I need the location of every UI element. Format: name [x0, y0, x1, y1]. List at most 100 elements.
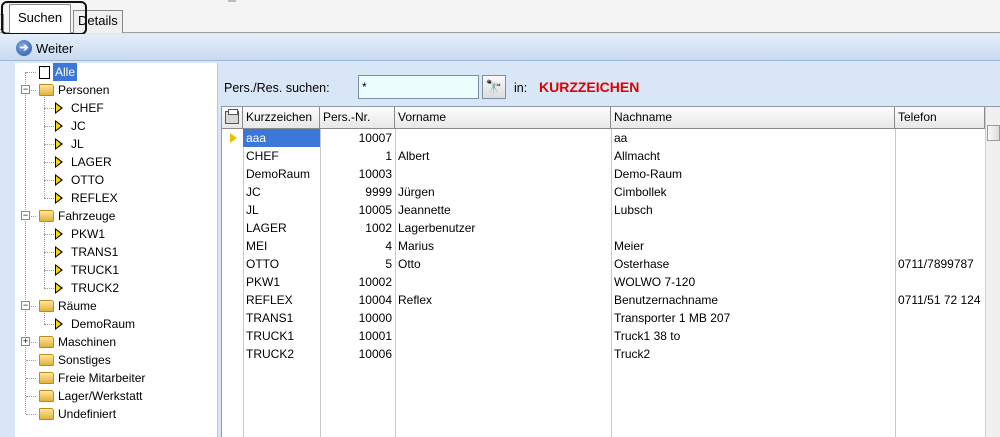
- cell-kurzzeichen: CHEF: [246, 149, 279, 163]
- table-row[interactable]: TRANS1 10000 Transporter 1 MB 207: [222, 309, 984, 327]
- column-header-nachname[interactable]: Nachname: [611, 107, 895, 129]
- tree-leaf-item[interactable]: JC: [55, 117, 86, 135]
- column-header-vorname[interactable]: Vorname: [395, 107, 611, 129]
- arrow-right-icon: ➔: [16, 40, 32, 56]
- tree-item-label: Alle: [53, 63, 78, 81]
- tree-folder-item[interactable]: Sonstiges: [39, 351, 111, 369]
- tree-leaf-item[interactable]: CHEF: [55, 99, 104, 117]
- cell-telefon: [895, 273, 985, 291]
- cell-nachname: Meier: [614, 239, 645, 253]
- tree-folder-item[interactable]: Undefiniert: [39, 405, 116, 423]
- cell-pers-nr: 10000: [358, 311, 392, 325]
- tab-strip: Suchen Details: [0, 0, 1000, 35]
- tree-leaf-item[interactable]: LAGER: [55, 153, 112, 171]
- cell-nachname: Truck1 38 to: [614, 329, 681, 343]
- grid-corner[interactable]: [222, 107, 243, 129]
- table-row[interactable]: DemoRaum 10003 Demo-Raum: [222, 165, 984, 183]
- table-row[interactable]: OTTO 5 Otto Osterhase 0711/7899787: [222, 255, 984, 273]
- cell-pers-nr: 10001: [358, 329, 392, 343]
- folder-icon: [39, 300, 54, 312]
- cell-telefon: [895, 309, 985, 327]
- column-header-kurzzeichen[interactable]: Kurzzeichen: [243, 107, 320, 129]
- tree-folder-item[interactable]: Fahrzeuge: [39, 207, 115, 225]
- resource-triangle-icon: [55, 156, 63, 168]
- search-field-label[interactable]: KURZZEICHEN: [539, 79, 639, 95]
- tree-folder-item[interactable]: Räume: [39, 297, 97, 315]
- tab-suchen[interactable]: Suchen: [9, 4, 72, 33]
- collapse-icon[interactable]: −: [21, 85, 30, 94]
- tab-details[interactable]: Details: [73, 10, 123, 33]
- cell-telefon: [895, 327, 985, 345]
- cell-kurzzeichen: LAGER: [246, 221, 287, 235]
- scrollbar-thumb[interactable]: [987, 125, 1000, 141]
- cell-nachname: Allmacht: [614, 149, 661, 163]
- cell-pers-nr: 10007: [358, 131, 392, 145]
- tree-folder-item[interactable]: Personen: [39, 81, 109, 99]
- table-row[interactable]: aaa 10007 aa: [222, 129, 984, 147]
- tree-leaf-item[interactable]: OTTO: [55, 171, 104, 189]
- cell-vorname: Otto: [398, 257, 421, 271]
- results-grid: Kurzzeichen Pers.-Nr. Vorname Nachname T…: [221, 106, 1000, 437]
- resource-triangle-icon: [55, 282, 63, 294]
- cell-pers-nr: 10005: [358, 203, 392, 217]
- table-row[interactable]: REFLEX 10004 Reflex Benutzernachname 0711/51…: [222, 291, 984, 309]
- tree-leaf-item[interactable]: PKW1: [55, 225, 105, 243]
- table-row[interactable]: JC 9999 Jürgen Cimbollek: [222, 183, 984, 201]
- tree-connector: [26, 396, 36, 397]
- folder-icon: [39, 408, 54, 420]
- cell-kurzzeichen: DemoRaum: [246, 167, 311, 181]
- search-input[interactable]: [358, 75, 479, 99]
- tree-leaf-item[interactable]: DemoRaum: [55, 315, 135, 333]
- tree-folder-item[interactable]: Freie Mitarbeiter: [39, 369, 145, 387]
- tree-item-alle[interactable]: " Alle: [39, 63, 78, 81]
- table-row[interactable]: LAGER 1002 Lagerbenutzer: [222, 219, 984, 237]
- tree-item-label: OTTO: [71, 173, 105, 187]
- weiter-button[interactable]: ➔ Weiter: [16, 39, 73, 57]
- tree-connector: [44, 223, 45, 288]
- cell-kurzzeichen: JL: [246, 203, 259, 217]
- tree-leaf-item[interactable]: TRUCK2: [55, 279, 119, 297]
- tree-leaf-item[interactable]: TRUCK1: [55, 261, 119, 279]
- all-items-icon: ": [39, 65, 50, 79]
- weiter-label: Weiter: [36, 40, 74, 56]
- column-header-telefon[interactable]: Telefon: [895, 107, 985, 129]
- table-row[interactable]: TRUCK2 10006 Truck2: [222, 345, 984, 363]
- cell-telefon: [895, 237, 985, 255]
- cell-kurzzeichen: TRUCK2: [246, 347, 295, 361]
- cell-telefon: [895, 147, 985, 165]
- cell-nachname: Osterhase: [614, 257, 670, 271]
- tree-leaf-item[interactable]: JL: [55, 135, 84, 153]
- tree-connector: [44, 97, 45, 198]
- table-row[interactable]: TRUCK1 10001 Truck1 38 to: [222, 327, 984, 345]
- tree-folder-item[interactable]: Lager/Werkstatt: [39, 387, 142, 405]
- cell-nachname: [611, 219, 895, 237]
- resource-triangle-icon: [55, 318, 63, 330]
- tree-item-label: JC: [71, 119, 86, 133]
- folder-icon: [39, 354, 54, 366]
- vertical-scrollbar[interactable]: [985, 107, 1000, 437]
- category-tree: " Alle − Personen CHEF JC JL LAGER OTTO REFLEX − Fa…: [15, 63, 218, 437]
- cell-nachname: Lubsch: [614, 203, 653, 217]
- cell-kurzzeichen: MEI: [246, 239, 268, 253]
- resource-triangle-icon: [55, 174, 63, 186]
- cell-nachname: Transporter 1 MB 207: [614, 311, 731, 325]
- tree-connector: [26, 72, 36, 73]
- collapse-icon[interactable]: −: [21, 211, 30, 220]
- table-row[interactable]: MEI 4 Marius Meier: [222, 237, 984, 255]
- expand-icon[interactable]: +: [21, 337, 30, 346]
- tree-item-label: Maschinen: [58, 335, 117, 349]
- resource-triangle-icon: [55, 192, 63, 204]
- cell-pers-nr: 9999: [365, 185, 392, 199]
- cell-vorname: Reflex: [398, 293, 433, 307]
- tree-leaf-item[interactable]: TRANS1: [55, 243, 118, 261]
- search-button[interactable]: 🔭: [482, 75, 506, 99]
- tree-leaf-item[interactable]: REFLEX: [55, 189, 118, 207]
- column-header-pers-nr[interactable]: Pers.-Nr.: [320, 107, 395, 129]
- collapse-icon[interactable]: −: [21, 301, 30, 310]
- cell-vorname: Marius: [398, 239, 435, 253]
- table-row[interactable]: CHEF 1 Albert Allmacht: [222, 147, 984, 165]
- table-row[interactable]: PKW1 10002 WOLWO 7-120: [222, 273, 984, 291]
- table-row[interactable]: JL 10005 Jeannette Lubsch: [222, 201, 984, 219]
- tree-folder-item[interactable]: Maschinen: [39, 333, 116, 351]
- tree-item-label: PKW1: [71, 227, 106, 241]
